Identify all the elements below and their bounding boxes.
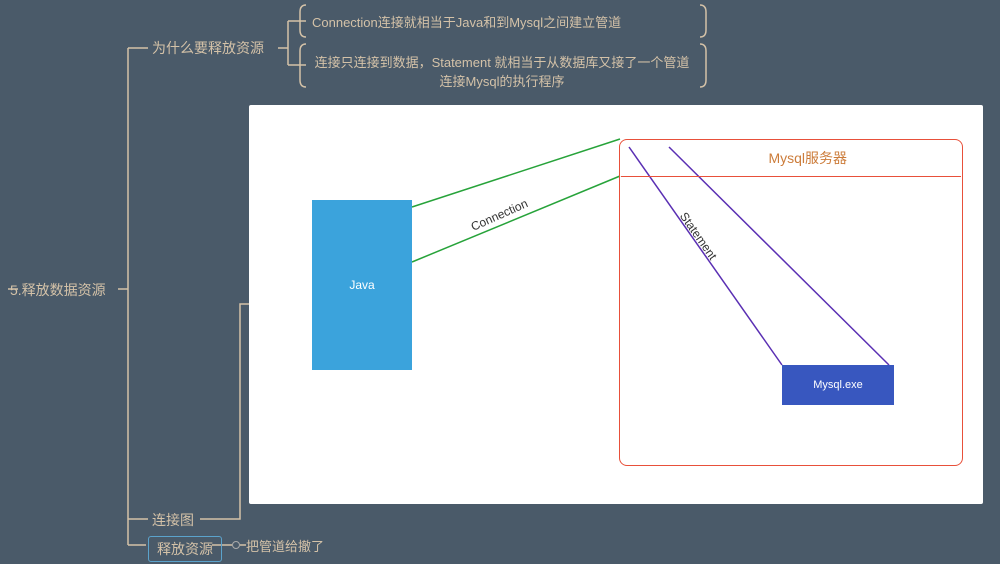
mysql-server-label: Mysql服务器 [768,148,847,168]
branch-connection-diagram: 连接图 [152,510,194,530]
java-box-label: Java [349,278,374,292]
branch-release-resource[interactable]: 释放资源 [148,536,222,562]
why-release-sub1: Connection连接就相当于Java和到Mysql之间建立管道 [312,12,621,31]
mysql-server-divider [621,176,961,177]
root-node: 5.释放数据资源 [10,280,106,300]
mysql-exe-box: Mysql.exe [782,365,894,405]
branch-why-release: 为什么要释放资源 [152,38,264,58]
why-release-sub2: 连接只连接到数据，Statement 就相当于从数据库又接了一个管道连接Mysq… [312,52,692,90]
mysql-server-box: Mysql服务器 Mysql.exe [619,139,963,466]
mysql-exe-label: Mysql.exe [813,379,863,391]
connection-diagram-panel: Java Mysql服务器 Mysql.exe Connection State… [249,105,983,504]
connection-line-label: Connection [469,196,530,233]
java-box: Java [312,200,412,370]
release-resource-sub1: 把管道给撤了 [246,536,324,555]
expand-dot-icon[interactable] [232,541,240,549]
